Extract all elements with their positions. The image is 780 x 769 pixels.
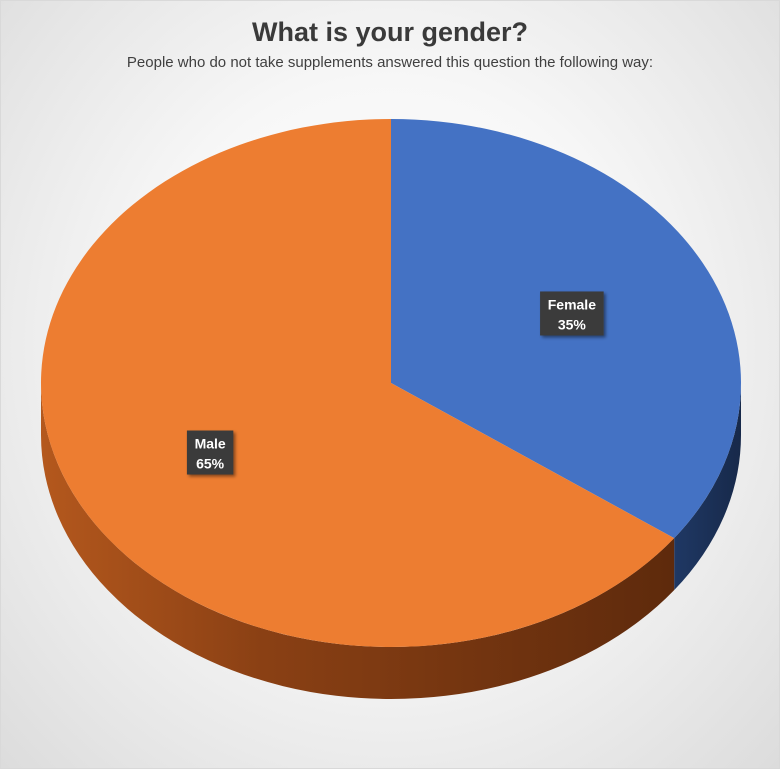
data-label-male: Male 65% bbox=[186, 430, 234, 475]
data-label-percent: 65% bbox=[196, 456, 225, 472]
pie-chart: Female 35% Male 65% bbox=[40, 119, 741, 699]
chart-frame: What is your gender? People who do not t… bbox=[0, 0, 780, 769]
data-label-category: Female bbox=[548, 296, 596, 312]
data-label-percent: 35% bbox=[558, 316, 587, 332]
data-label-category: Male bbox=[195, 436, 226, 452]
pie-tops bbox=[40, 119, 741, 647]
data-label-female: Female 35% bbox=[540, 291, 604, 336]
